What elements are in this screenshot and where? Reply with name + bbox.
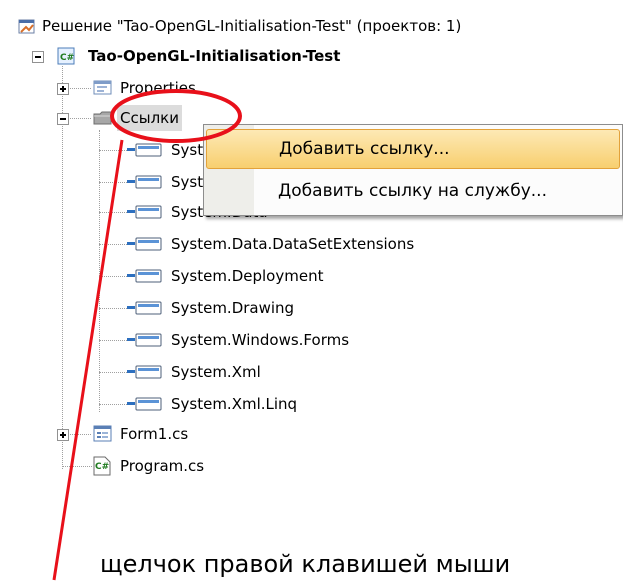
annotation-arrow-line — [52, 139, 124, 581]
annotation-circle — [110, 89, 242, 143]
annotation-caption: щелчок правой клавишей мыши — [100, 550, 511, 578]
annotation-overlay — [52, 89, 242, 581]
